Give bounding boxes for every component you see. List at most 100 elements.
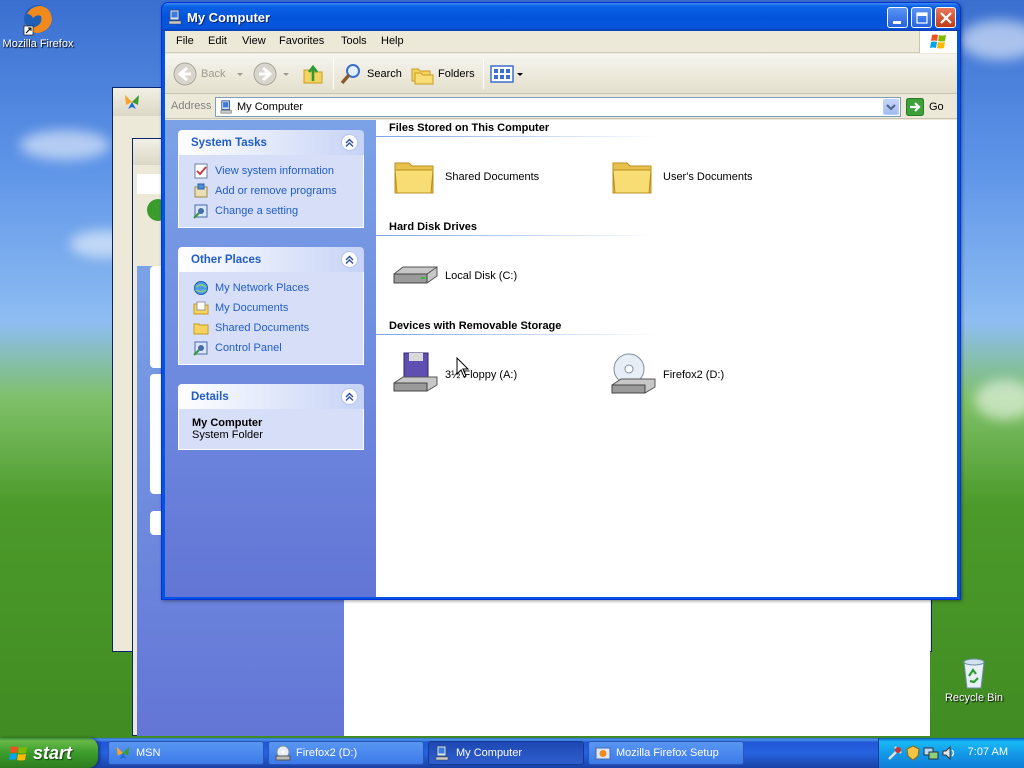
- address-value: My Computer: [237, 101, 304, 113]
- network-places-icon: [194, 281, 208, 295]
- folders-icon: [411, 68, 434, 85]
- task-my-computer[interactable]: My Computer: [428, 741, 584, 765]
- address-field[interactable]: My Computer: [215, 97, 901, 117]
- computer-icon: [435, 745, 449, 761]
- up-folder-button[interactable]: [301, 60, 325, 88]
- item-label: User's Documents: [663, 171, 753, 183]
- menu-tools[interactable]: Tools: [341, 35, 367, 47]
- details-panel: Details My Computer System Folder: [178, 384, 364, 450]
- desktop-icon-firefox[interactable]: Mozilla Firefox: [0, 2, 78, 50]
- chevron-down-icon: [237, 73, 244, 76]
- windows-logo-icon: [9, 746, 27, 761]
- floppy-drive-icon: [393, 352, 438, 392]
- mouse-cursor-icon: [456, 357, 470, 378]
- link-label: Control Panel: [215, 342, 282, 354]
- title-bar[interactable]: My Computer: [162, 3, 960, 31]
- task-label: Mozilla Firefox Setup: [616, 747, 719, 759]
- link-control-panel[interactable]: Control Panel: [179, 338, 363, 358]
- link-label: Add or remove programs: [215, 185, 337, 197]
- link-view-system-information[interactable]: View system information: [179, 161, 363, 181]
- task-label: Firefox2 (D:): [296, 747, 358, 759]
- link-my-documents[interactable]: My Documents: [179, 298, 363, 318]
- clock: 7:07 AM: [967, 746, 1008, 758]
- maximize-button[interactable]: [911, 7, 932, 28]
- task-mozilla-firefox-setup[interactable]: Mozilla Firefox Setup: [588, 741, 744, 765]
- menu-view[interactable]: View: [242, 35, 266, 47]
- group-header-hard-disk-drives: Hard Disk Drives: [389, 221, 478, 233]
- my-computer-window[interactable]: My Computer File Edit View Favorites Too…: [161, 2, 961, 600]
- address-dropdown-button[interactable]: [883, 99, 899, 115]
- item-users-documents[interactable]: User's Documents: [609, 153, 753, 201]
- task-msn[interactable]: MSN: [108, 741, 264, 765]
- folder-icon: [612, 162, 652, 194]
- close-button[interactable]: [935, 7, 956, 28]
- task-firefox2-d[interactable]: Firefox2 (D:): [268, 741, 424, 765]
- search-button[interactable]: Search: [339, 60, 402, 88]
- cd-drive-icon: [275, 745, 291, 761]
- tray-volume-icon[interactable]: [941, 745, 957, 761]
- tray-tools-icon[interactable]: [887, 745, 903, 761]
- link-change-a-setting[interactable]: Change a setting: [179, 201, 363, 221]
- link-my-network-places[interactable]: My Network Places: [179, 278, 363, 298]
- group-divider: [376, 136, 659, 137]
- panel-title: Other Places: [191, 254, 262, 266]
- start-label: start: [33, 743, 73, 763]
- collapse-chevron-icon[interactable]: [341, 388, 358, 405]
- collapse-chevron-icon[interactable]: [341, 251, 358, 268]
- desktop-icon-recycle-bin[interactable]: Recycle Bin: [934, 656, 1014, 704]
- folder-icon: [193, 323, 209, 335]
- start-button[interactable]: start: [0, 738, 98, 768]
- item-shared-documents[interactable]: Shared Documents: [391, 153, 539, 201]
- menu-file[interactable]: File: [176, 35, 194, 47]
- window-client: File Edit View Favorites Tools Help Back: [165, 31, 957, 597]
- system-tasks-panel: System Tasks View system information Add…: [178, 130, 364, 228]
- system-tray: 7:07 AM: [878, 738, 1024, 768]
- setup-icon: [595, 747, 611, 760]
- link-shared-documents[interactable]: Shared Documents: [179, 318, 363, 338]
- menu-edit[interactable]: Edit: [208, 35, 227, 47]
- chevron-down-icon: [283, 73, 289, 76]
- panel-header[interactable]: Details: [178, 384, 364, 409]
- cd-drive-icon: [611, 353, 656, 394]
- search-label: Search: [367, 68, 402, 80]
- minimize-button[interactable]: [887, 7, 908, 28]
- views-button[interactable]: [490, 60, 525, 88]
- tray-network-icon[interactable]: [923, 745, 939, 761]
- up-folder-icon: [303, 64, 323, 84]
- panel-title: Details: [191, 391, 229, 403]
- tray-security-icon[interactable]: [905, 745, 921, 761]
- link-label: My Documents: [215, 302, 289, 314]
- details-type: System Folder: [192, 429, 263, 441]
- item-local-disk-c[interactable]: Local Disk (C:): [391, 252, 517, 300]
- panel-header[interactable]: System Tasks: [178, 130, 364, 155]
- firefox-icon: [21, 2, 55, 36]
- desktop-icon-label: Recycle Bin: [944, 692, 1004, 704]
- folder-icon: [394, 162, 434, 194]
- link-add-remove-programs[interactable]: Add or remove programs: [179, 181, 363, 201]
- forward-button[interactable]: [253, 60, 291, 88]
- msn-butterfly-icon: [116, 746, 130, 760]
- toolbar-separator: [483, 59, 484, 89]
- address-label: Address: [171, 100, 212, 112]
- go-arrow-icon: [906, 98, 924, 116]
- system-info-icon: [194, 163, 208, 179]
- task-pane: System Tasks View system information Add…: [165, 120, 376, 597]
- link-label: My Network Places: [215, 282, 310, 294]
- my-documents-icon: [193, 301, 209, 315]
- views-icon: [490, 65, 514, 83]
- recycle-bin-icon: [957, 656, 991, 690]
- menu-favorites[interactable]: Favorites: [279, 35, 324, 47]
- back-button[interactable]: Back: [173, 60, 245, 88]
- group-divider: [376, 235, 659, 236]
- menu-help[interactable]: Help: [381, 35, 404, 47]
- panel-header[interactable]: Other Places: [178, 247, 364, 272]
- item-floppy-a[interactable]: 3½ Floppy (A:): [391, 351, 517, 399]
- computer-icon: [220, 100, 232, 114]
- link-label: Change a setting: [215, 205, 299, 217]
- panel-title: System Tasks: [191, 137, 267, 149]
- go-button[interactable]: Go: [906, 98, 944, 116]
- item-firefox2-d[interactable]: Firefox2 (D:): [609, 351, 724, 399]
- collapse-chevron-icon[interactable]: [341, 134, 358, 151]
- folders-button[interactable]: Folders: [410, 60, 475, 88]
- menu-bar: File Edit View Favorites Tools Help: [165, 31, 957, 53]
